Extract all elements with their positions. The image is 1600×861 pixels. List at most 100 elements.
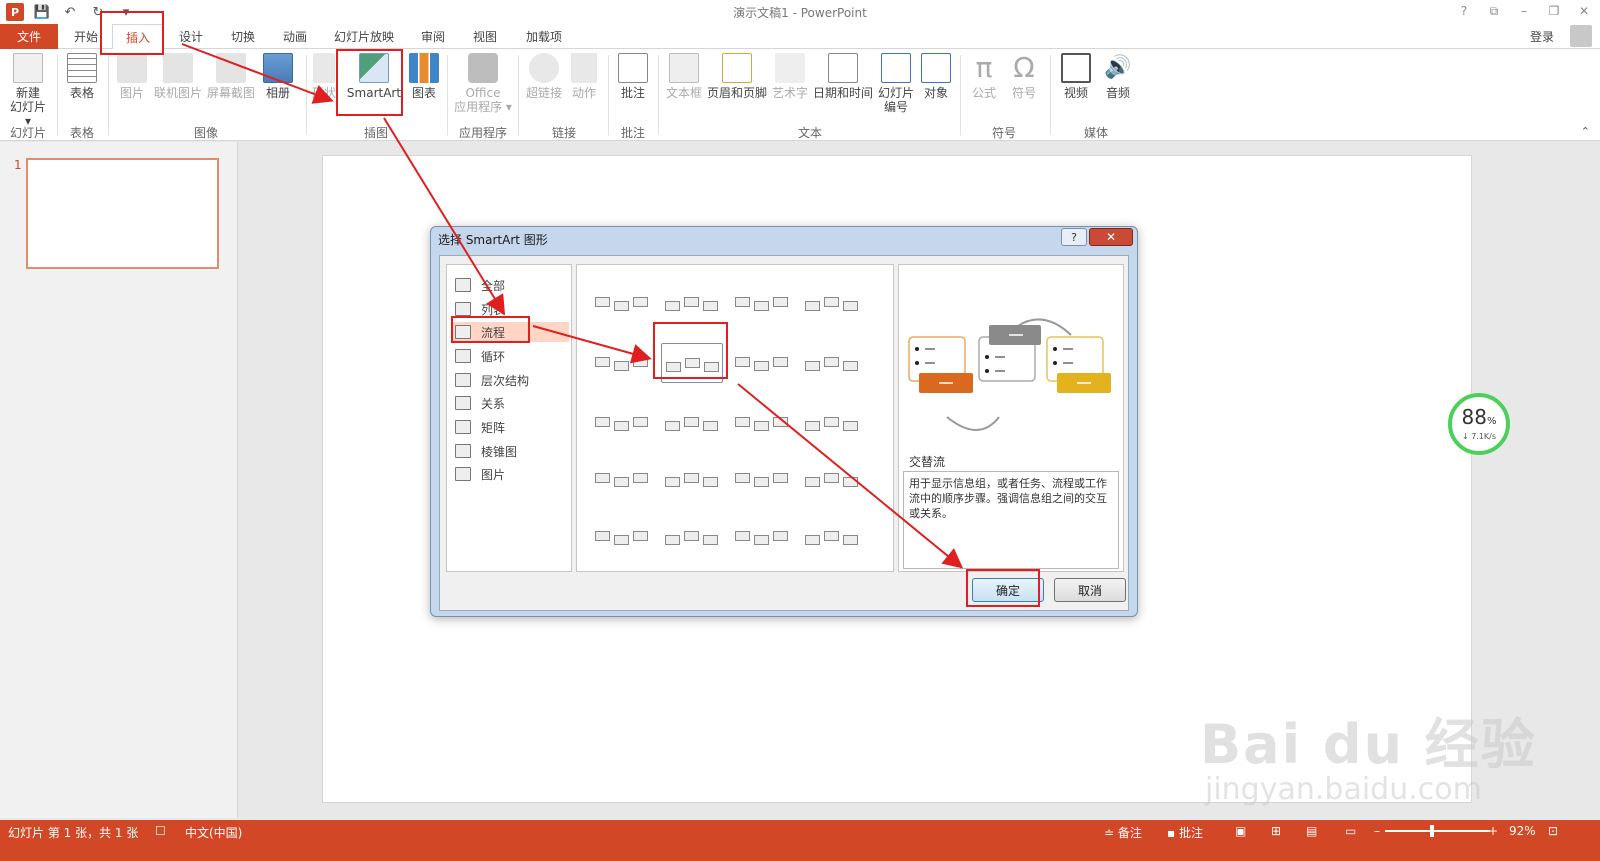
minimize-icon[interactable]: – [1514,2,1534,20]
layout-thumbnail[interactable] [591,517,653,557]
header-footer-button[interactable]: 页眉和页脚 [706,53,768,100]
thumbnail-shape [595,473,610,483]
category-hierarchy[interactable]: 层次结构 [455,370,529,390]
screenshot-button[interactable]: 屏幕截图 [205,53,257,100]
normal-view-icon[interactable]: ▣ [1235,824,1246,838]
zoom-out-icon[interactable]: – [1374,824,1380,838]
picture-button[interactable]: 图片 [114,53,150,100]
comment-button[interactable]: 批注 [614,53,652,100]
layout-thumbnail[interactable] [661,403,723,443]
tab-transitions[interactable]: 切换 [218,24,268,49]
zoom-level[interactable]: 92% [1509,824,1536,838]
layout-thumbnail[interactable] [731,459,793,499]
restore-icon[interactable]: ❐ [1544,2,1564,20]
ribbon-options-icon[interactable]: ⧉ [1484,2,1504,20]
notes-button[interactable]: ≐ 备注 [1104,824,1142,841]
online-picture-button[interactable]: 联机图片 [152,53,204,100]
tab-review[interactable]: 审阅 [408,24,458,49]
layout-thumbnail[interactable] [801,517,863,557]
comments-button[interactable]: ▪ 批注 [1167,824,1203,841]
close-icon[interactable]: ✕ [1574,2,1594,20]
audio-button[interactable]: 🔊 音频 [1098,53,1138,100]
category-matrix[interactable]: 矩阵 [455,417,505,437]
zoom-in-icon[interactable]: + [1488,824,1498,838]
album-button[interactable]: 相册 [258,53,298,100]
thumbnail-shape [843,421,858,431]
layout-thumbnail[interactable] [661,517,723,557]
category-relationship[interactable]: 关系 [455,393,505,413]
reading-view-icon[interactable]: ▤ [1306,824,1317,838]
collapse-ribbon-icon[interactable]: ⌃ [1581,125,1590,138]
omega-icon: Ω [1013,51,1035,84]
object-icon [921,53,951,83]
help-icon[interactable]: ? [1454,2,1474,20]
ribbon-separator [108,55,109,135]
category-pyramid[interactable]: 棱锥图 [455,441,517,461]
group-illustrations-label: 插图 [363,126,388,140]
layout-thumbnail[interactable] [661,563,723,571]
layout-thumbnail[interactable] [801,563,863,571]
cancel-button[interactable]: 取消 [1054,578,1126,602]
spelling-icon[interactable]: ☐ [155,824,166,838]
layout-thumbnail[interactable] [591,343,653,383]
tab-view[interactable]: 视图 [460,24,510,49]
zoom-slider-track[interactable] [1385,830,1490,832]
textbox-button[interactable]: 文本框 [664,53,704,100]
datetime-button[interactable]: 日期和时间 [812,53,874,100]
preview-title: 交替流 [909,455,946,469]
slide-number-button[interactable]: 幻灯片 编号 [876,53,916,114]
slide-sorter-icon[interactable]: ⊞ [1271,824,1281,838]
video-button[interactable]: 视频 [1056,53,1096,100]
layout-thumbnail[interactable] [591,459,653,499]
hyperlink-button[interactable]: 超链接 [524,53,564,100]
wordart-button[interactable]: 艺术字 [770,53,810,100]
layout-thumbnail[interactable] [731,517,793,557]
tab-addins[interactable]: 加载项 [514,24,574,49]
user-avatar-icon[interactable] [1570,25,1592,47]
slide-thumbnail[interactable] [26,158,219,269]
category-picture[interactable]: 图片 [455,464,505,484]
office-apps-button[interactable]: Office 应用程序 ▾ [452,53,514,114]
layout-thumbnail[interactable] [731,403,793,443]
dialog-close-button[interactable]: ✕ [1089,228,1133,246]
tab-animations[interactable]: 动画 [270,24,320,49]
layout-thumbnail[interactable] [591,283,653,323]
tab-file[interactable]: 文件 [0,24,58,49]
table-button[interactable]: 表格 [64,53,100,100]
chart-label: 图表 [411,86,436,100]
annotation-insert-tab [100,11,164,55]
action-button[interactable]: 动作 [568,53,600,100]
equation-button[interactable]: π 公式 [966,53,1002,101]
dialog-title: 选择 SmartArt 图形 [438,233,548,247]
tab-slideshow[interactable]: 幻灯片放映 [324,24,404,49]
thumbnail-shape [754,421,769,431]
layout-thumbnail[interactable] [591,563,653,571]
object-button[interactable]: 对象 [918,53,954,100]
category-cycle[interactable]: 循环 [455,346,505,366]
zoom-slider-handle[interactable] [1430,825,1434,837]
dialog-help-button[interactable]: ? [1061,228,1087,246]
layout-thumbnail[interactable] [591,403,653,443]
layout-thumbnail[interactable] [731,343,793,383]
new-slide-button[interactable]: 新建 幻灯片 ▾ [6,53,50,128]
screenshot-label: 屏幕截图 [206,86,255,100]
thumbnail-shape [843,361,858,371]
layout-thumbnail[interactable] [801,403,863,443]
chart-button[interactable]: 图表 [406,53,442,100]
layout-thumbnail[interactable] [801,283,863,323]
slideshow-view-icon[interactable]: ▭ [1345,824,1356,838]
layout-thumbnail[interactable] [661,283,723,323]
thumbnail-shape [773,531,788,541]
layout-thumbnail[interactable] [731,563,793,571]
symbol-button[interactable]: Ω 符号 [1006,51,1042,101]
shapes-button[interactable]: 形状 [310,53,338,100]
tab-design[interactable]: 设计 [166,24,216,49]
fit-slide-icon[interactable]: ⊡ [1548,824,1558,838]
layout-thumbnail[interactable] [801,459,863,499]
category-all[interactable]: 全部 [455,275,505,295]
login-link[interactable]: 登录 [1530,28,1554,45]
layout-thumbnail[interactable] [731,283,793,323]
layout-thumbnail[interactable] [661,459,723,499]
layout-thumbnail[interactable] [801,343,863,383]
language-status[interactable]: 中文(中国) [185,824,242,841]
